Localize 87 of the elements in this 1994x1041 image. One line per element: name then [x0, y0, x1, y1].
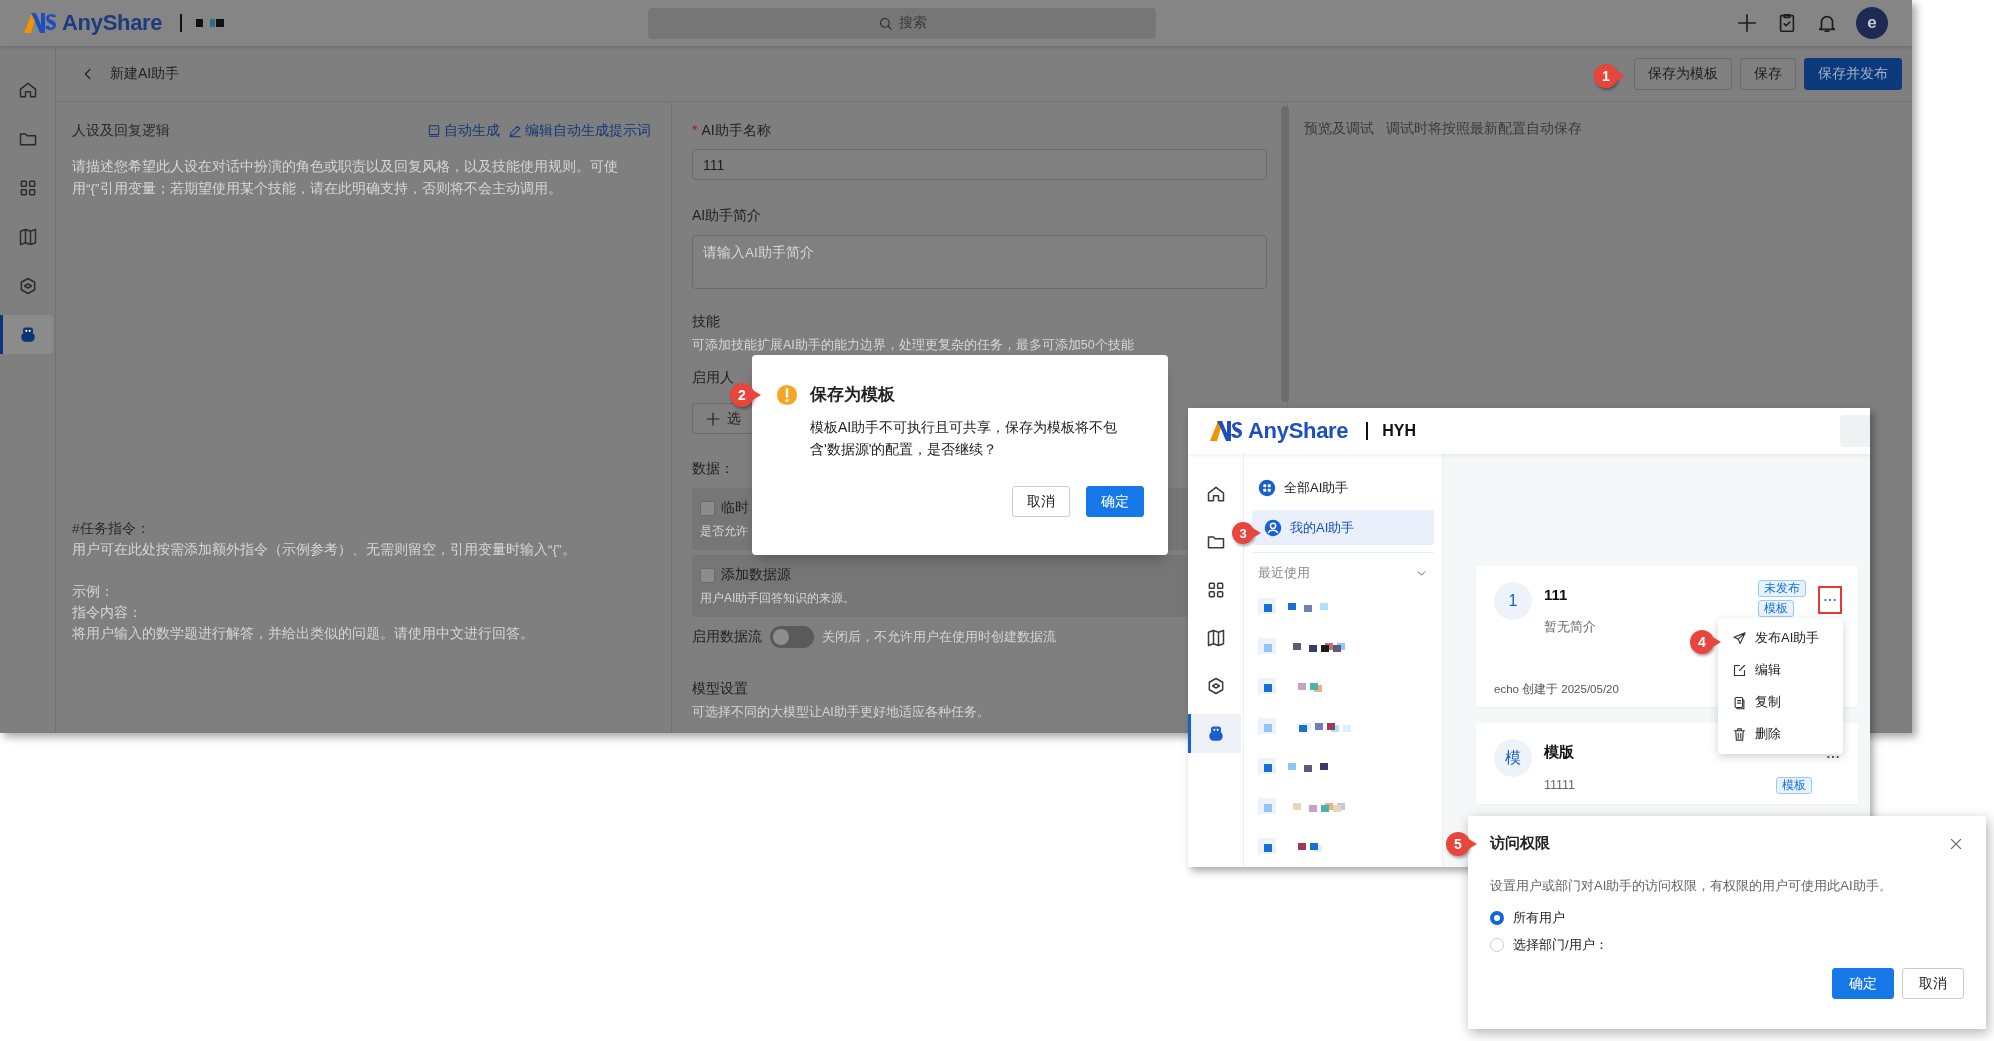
- cube-icon: [18, 275, 38, 296]
- hint-text: 是否允许: [700, 523, 748, 540]
- pixelated-content: [1258, 838, 1322, 854]
- status-tag: 未发布: [1758, 580, 1806, 597]
- hint-text: 关闭后，不允许用户在使用时创建数据流: [822, 629, 1056, 646]
- send-icon: [1732, 630, 1747, 646]
- nav-item[interactable]: 我的AI助手: [1252, 510, 1434, 545]
- card-description: 11111: [1544, 778, 1576, 792]
- field-label: AI助手简介: [692, 206, 762, 225]
- section-title: 预览及调试: [1304, 120, 1374, 138]
- dialog-button[interactable]: 取消: [1012, 486, 1070, 517]
- pixelated-content: [1258, 678, 1322, 694]
- dialog-title: 保存为模板: [810, 384, 895, 406]
- field-label: AI助手名称: [701, 122, 771, 138]
- logo-icon: [24, 13, 56, 33]
- action-button[interactable]: 保存为模板: [1634, 57, 1732, 90]
- step-callout: 1: [1594, 63, 1625, 88]
- step-callout: 4: [1690, 630, 1721, 654]
- option-label: 添加数据源: [721, 566, 791, 584]
- dialog-button[interactable]: 取消: [1902, 968, 1964, 999]
- input-field[interactable]: 111: [692, 149, 1267, 180]
- dialog-message: 设置用户或部门对AI助手的访问权限，有权限的用户可使用此AI助手。: [1490, 877, 1893, 895]
- book-icon: [1205, 627, 1226, 648]
- hint-text: 用户AI助手回答知识的来源。: [700, 590, 856, 607]
- section-title: #任务指令：: [72, 520, 150, 538]
- radio-button[interactable]: [1490, 911, 1504, 925]
- hint-text: 用户可在此处按需添加额外指令（示例参考）、无需则留空，引用变量时输入“{”。: [72, 541, 576, 559]
- nav-item[interactable]: 全部AI助手: [1252, 470, 1434, 505]
- field-label: 模型设置: [692, 679, 748, 698]
- select-button[interactable]: 选: [692, 403, 754, 434]
- dialog-title: 访问权限: [1490, 834, 1550, 853]
- trash-icon: [1732, 726, 1747, 742]
- hint-text: 指令内容：: [72, 604, 142, 622]
- checkbox[interactable]: [700, 567, 715, 583]
- hint-text: 将用户输入的数学题进行解答，并给出类似的问题。请使用中文进行回答。: [72, 625, 534, 643]
- avatar[interactable]: e: [1856, 7, 1888, 39]
- status-tag: 模板: [1776, 777, 1812, 794]
- avatar: 1: [1494, 582, 1532, 620]
- logo-icon: [1210, 421, 1242, 441]
- field-label: 启用数据流: [692, 628, 762, 646]
- avatar: 模: [1494, 739, 1532, 777]
- nav-button[interactable]: [1188, 714, 1241, 753]
- brand-name: AnyShare: [62, 10, 163, 36]
- card-footer: echo 创建于 2025/05/20: [1494, 682, 1619, 697]
- pixelated-content: [1258, 598, 1328, 614]
- hint-text: 可选择不同的大模型让AI助手更好地适应各种任务。: [692, 704, 990, 721]
- dialog-button[interactable]: 确定: [1832, 968, 1894, 999]
- pixelated-content: [1258, 758, 1328, 774]
- toggle-switch[interactable]: [770, 626, 814, 648]
- radio-option[interactable]: 选择部门/用户：: [1490, 936, 1964, 954]
- search-icon: [877, 15, 893, 31]
- radio-option[interactable]: 所有用户: [1490, 909, 1964, 927]
- text-area[interactable]: 请输入AI助手简介: [692, 235, 1267, 289]
- option-label: 临时: [721, 499, 749, 517]
- header-field[interactable]: [1840, 415, 1870, 447]
- screen-icon: [427, 124, 441, 138]
- required-mark: *: [692, 122, 698, 138]
- pencil-icon: [508, 124, 522, 138]
- action-button[interactable]: 保存并发布: [1804, 57, 1902, 90]
- brand-name: AnyShare: [1248, 418, 1349, 444]
- field-label: 技能: [692, 312, 720, 331]
- card-title: 111: [1544, 586, 1568, 603]
- apps-icon: [1258, 478, 1276, 497]
- dialog-button[interactable]: 确定: [1086, 486, 1144, 517]
- menu-item[interactable]: 复制: [1718, 686, 1843, 718]
- book-icon: [18, 226, 38, 247]
- menu-item[interactable]: 编辑: [1718, 654, 1843, 686]
- card-description: 暂无简介: [1544, 619, 1596, 636]
- copy-icon: [1732, 694, 1747, 710]
- checkbox[interactable]: [700, 500, 715, 516]
- plus-icon[interactable]: [1736, 12, 1758, 34]
- warning-icon: [776, 383, 798, 406]
- section-toggle[interactable]: 最近使用: [1252, 552, 1434, 586]
- page-title: 新建AI助手: [110, 64, 180, 83]
- section-title: 人设及回复逻辑: [72, 122, 170, 140]
- status-tag: 模板: [1758, 600, 1794, 617]
- org-name: HYH: [1382, 422, 1417, 440]
- user-icon: [1264, 518, 1282, 537]
- dialog-message: 模板AI助手不可执行且可共享，保存为模板将不包含'数据源'的配置，是否继续？: [810, 418, 1119, 459]
- action-button[interactable]: 保存: [1740, 57, 1796, 90]
- menu-item[interactable]: 发布AI助手: [1718, 622, 1843, 654]
- hint-text: 可添加技能扩展AI助手的能力边界，处理更复杂的任务，最多可添加50个技能: [692, 337, 1134, 354]
- field-label: 数据：: [692, 459, 734, 478]
- hint-text: 示例：: [72, 583, 114, 601]
- edit-icon: [1732, 662, 1747, 678]
- hint-text: 调试时将按照最新配置自动保存: [1386, 120, 1582, 138]
- plus-icon: [705, 410, 721, 427]
